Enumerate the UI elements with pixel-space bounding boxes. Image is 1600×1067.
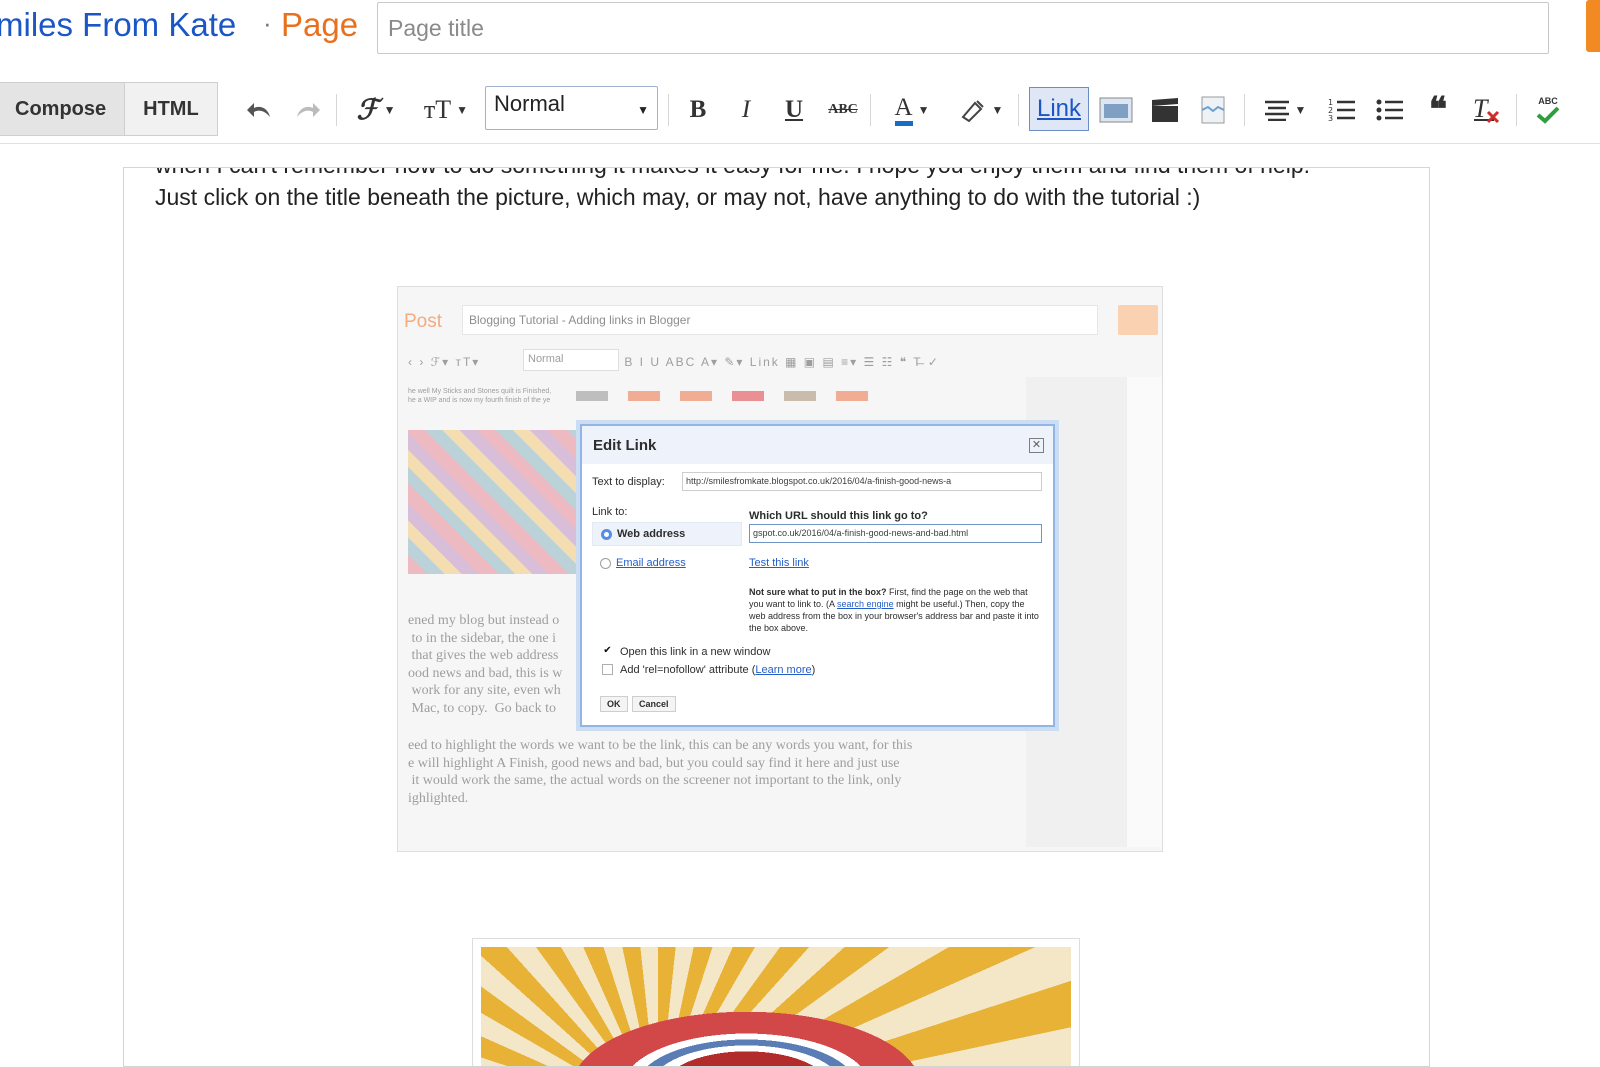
embedded-thumbnails — [576, 391, 906, 425]
toolbar-divider — [1516, 94, 1517, 126]
toolbar-divider — [668, 94, 669, 126]
font-size-icon[interactable]: ᴛT ▼ — [420, 90, 472, 130]
text-to-display-field: http://smilesfromkate.blogspot.co.uk/201… — [682, 472, 1042, 491]
embedded-format-select: Normal — [523, 349, 619, 371]
toolbar-divider — [1018, 94, 1019, 126]
chevron-down-icon: ▼ — [637, 103, 649, 117]
clear-formatting-icon[interactable]: T — [1470, 90, 1502, 130]
font-family-icon[interactable]: ℱ ▼ — [350, 90, 402, 130]
email-address-label: Email address — [616, 557, 686, 569]
toolbar-divider — [870, 94, 871, 126]
ok-button: OK — [600, 696, 628, 712]
compose-tab[interactable]: Compose — [0, 83, 126, 135]
nofollow-checkbox — [602, 664, 613, 675]
radio-icon — [600, 558, 611, 569]
thumbnail — [576, 391, 608, 401]
post-body-editor[interactable]: when I can't remember how to do somethin… — [123, 167, 1430, 1067]
close-icon: ✕ — [1029, 438, 1044, 453]
embedded-quilt-image — [408, 430, 586, 574]
mode-tabs: Compose HTML — [0, 82, 218, 136]
learn-more-link: Learn more — [755, 664, 812, 676]
html-tab[interactable]: HTML — [125, 83, 217, 135]
underline-button[interactable]: U — [780, 90, 808, 130]
insert-jump-break-icon[interactable] — [1194, 90, 1232, 130]
embedded-post-title: Blogging Tutorial - Adding links in Blog… — [462, 305, 1098, 335]
text-color-button[interactable]: A ▼ — [886, 90, 938, 130]
embedded-right-rail — [1126, 377, 1162, 847]
highlight-color-icon[interactable]: ▼ — [955, 90, 1007, 130]
edit-link-dialog: Edit Link ✕ Text to display: http://smil… — [580, 424, 1055, 727]
quilt-photo — [481, 947, 1071, 1066]
search-engine-link: search engine — [837, 599, 894, 609]
thumbnail — [784, 391, 816, 401]
toolbar-divider — [336, 94, 337, 126]
bold-button[interactable]: B — [684, 90, 712, 130]
redo-icon[interactable] — [290, 90, 324, 130]
embedded-publish-button — [1118, 305, 1158, 335]
page-type-label: Page — [281, 6, 359, 43]
spellcheck-icon[interactable]: ABC — [1530, 90, 1566, 130]
thumbnail — [732, 391, 764, 401]
paragraph-format-select[interactable]: Normal ▼ — [485, 86, 658, 130]
bulleted-list-icon[interactable] — [1374, 90, 1406, 130]
italic-button[interactable]: I — [732, 90, 760, 130]
url-field: gspot.co.uk/2016/04/a-finish-good-news-a… — [749, 524, 1042, 543]
align-icon[interactable]: ▼ — [1260, 90, 1310, 130]
radio-selected-icon — [601, 529, 612, 540]
body-text-line: Just click on the title beneath the pict… — [155, 184, 1201, 210]
page-title-input[interactable] — [377, 2, 1549, 54]
undo-icon[interactable] — [243, 90, 277, 130]
tutorial-screenshot-image[interactable]: Post Blogging Tutorial - Adding links in… — [397, 286, 1163, 852]
text-to-display-label: Text to display: — [592, 476, 665, 488]
toolbar-divider — [1244, 94, 1245, 126]
thumbnail — [680, 391, 712, 401]
body-text-line: when I can't remember how to do somethin… — [155, 168, 1310, 179]
embedded-body-text: ened my blog but instead o to in the sid… — [408, 613, 563, 716]
thumbnail — [836, 391, 868, 401]
publish-button[interactable] — [1586, 0, 1600, 52]
editor-toolbar: Compose HTML ℱ ▼ ᴛT ▼ Normal ▼ B I U ABC A… — [0, 74, 1600, 144]
link-to-label: Link to: — [592, 506, 628, 518]
svg-text:3: 3 — [1328, 114, 1333, 123]
cancel-button: Cancel — [632, 696, 676, 712]
editor-header: miles From Kate · Page — [0, 0, 1600, 56]
embedded-toolbar: ‹ › ℱ▾ ᴛT▾ B I U ABC A▾ ✎▾ Link ▦ ▣ ▤ ≡▾… — [408, 355, 940, 369]
thumbnail — [628, 391, 660, 401]
insert-video-icon[interactable] — [1146, 90, 1184, 130]
url-question: Which URL should this link go to? — [749, 510, 928, 522]
text-color-label: A — [894, 94, 913, 126]
help-text: Not sure what to put in the box? First, … — [749, 586, 1039, 634]
insert-image-icon[interactable] — [1097, 90, 1135, 130]
dialog-title: Edit Link — [593, 437, 657, 454]
embedded-snippet: he well My Sticks and Stones quilt is Fi… — [408, 388, 552, 404]
new-window-label: Open this link in a new window — [620, 646, 771, 658]
spellcheck-label: ABC — [1538, 95, 1558, 106]
svg-text:T: T — [1473, 95, 1489, 123]
quote-icon[interactable]: ❝ — [1422, 90, 1454, 130]
checkmark-icon: ✔ — [603, 645, 612, 656]
quilt-photo-frame[interactable] — [472, 938, 1080, 1066]
test-link: Test this link — [749, 557, 809, 569]
embedded-body-text: eed to highlight the words we want to be… — [408, 738, 913, 806]
web-address-label: Web address — [617, 528, 686, 540]
blog-title[interactable]: miles From Kate — [0, 6, 236, 44]
help-heading: Not sure what to put in the box? — [749, 587, 887, 597]
nofollow-text: Add 'rel=nofollow' attribute ( — [620, 664, 756, 676]
nofollow-label: Add 'rel=nofollow' attribute (Learn more… — [620, 664, 815, 676]
email-address-option: Email address — [592, 552, 742, 576]
link-button[interactable]: Link — [1029, 87, 1089, 131]
strikethrough-button[interactable]: ABC — [825, 90, 861, 130]
nofollow-end: ) — [811, 664, 816, 676]
title-separator: · — [263, 8, 272, 38]
web-address-option: Web address — [592, 522, 742, 546]
embedded-post-label: Post — [404, 311, 443, 332]
numbered-list-icon[interactable]: 123 — [1326, 90, 1358, 130]
format-value: Normal — [494, 91, 565, 116]
